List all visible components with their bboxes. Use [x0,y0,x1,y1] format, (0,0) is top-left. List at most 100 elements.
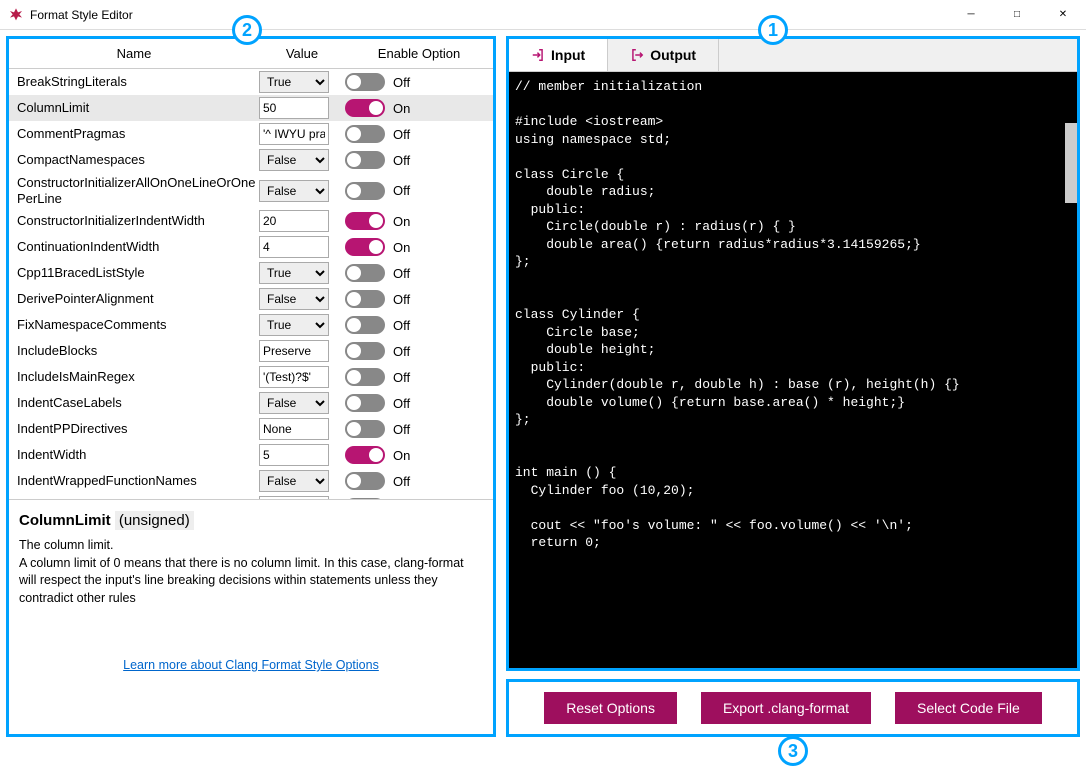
code-scrollbar[interactable] [1065,123,1077,203]
option-value-input[interactable] [259,366,329,388]
options-panel: Name Value Enable Option BreakStringLite… [6,36,496,737]
option-name: IndentWrappedFunctionNames [9,473,259,489]
option-name: ContinuationIndentWidth [9,239,259,255]
option-row[interactable]: FixNamespaceCommentsTrueOff [9,312,493,338]
tab-output[interactable]: Output [608,39,719,71]
learn-more-link[interactable]: Learn more about Clang Format Style Opti… [123,658,379,672]
option-value-input[interactable]: False [259,288,329,310]
option-value-input[interactable] [259,97,329,119]
option-row[interactable]: ColumnLimit On [9,95,493,121]
option-value-input[interactable]: False [259,149,329,171]
desc-line2: A column limit of 0 means that there is … [19,555,483,608]
option-toggle[interactable] [345,290,385,308]
option-name: ConstructorInitializerAllOnOneLineOrOneP… [9,175,259,206]
option-value-input[interactable]: False [259,470,329,492]
option-toggle-label: Off [393,183,410,198]
minimize-button[interactable]: ─ [948,0,994,30]
tabs: Input Output [509,39,1077,72]
option-value-input[interactable] [259,340,329,362]
option-toggle[interactable] [345,125,385,143]
window-title: Format Style Editor [30,8,948,22]
option-toggle-label: Off [393,318,410,333]
maximize-button[interactable]: □ [994,0,1040,30]
option-row[interactable]: IncludeBlocksOff [9,338,493,364]
option-name: IndentPPDirectives [9,421,259,437]
header-name: Name [9,46,259,61]
option-name: IncludeIsMainRegex [9,369,259,385]
option-toggle[interactable] [345,316,385,334]
select-code-file-button[interactable]: Select Code File [895,692,1042,724]
option-toggle[interactable] [345,151,385,169]
option-toggle[interactable] [345,472,385,490]
option-value-input[interactable]: False [259,392,329,414]
close-button[interactable]: ✕ [1040,0,1086,30]
reset-options-button[interactable]: Reset Options [544,692,677,724]
option-toggle-label: Off [393,292,410,307]
option-toggle-label: Off [393,344,410,359]
option-toggle-label: On [393,448,410,463]
action-buttons-panel: 3 Reset Options Export .clang-format Sel… [506,679,1080,737]
option-row[interactable]: IncludeIsMainRegex Off [9,364,493,390]
option-toggle[interactable] [345,394,385,412]
tab-input[interactable]: Input [509,39,608,71]
option-toggle[interactable] [345,238,385,256]
option-row[interactable]: ConstructorInitializerAllOnOneLineOrOneP… [9,173,493,208]
option-toggle[interactable] [345,99,385,117]
option-value-input[interactable] [259,210,329,232]
badge-3: 3 [778,736,808,766]
option-toggle-label: On [393,240,410,255]
option-toggle[interactable] [345,264,385,282]
option-name: ConstructorInitializerIndentWidth [9,213,259,229]
option-row[interactable]: IndentWidth On [9,442,493,468]
options-list[interactable]: BreakStringLiteralsTrueOffColumnLimitOnC… [9,69,493,499]
option-row[interactable]: Cpp11BracedListStyleTrueOff [9,260,493,286]
option-value-input[interactable] [259,418,329,440]
option-toggle-label: Off [393,370,410,385]
option-row[interactable]: BreakStringLiteralsTrueOff [9,69,493,95]
option-row[interactable]: DerivePointerAlignmentFalseOff [9,286,493,312]
option-name: IndentCaseLabels [9,395,259,411]
option-row[interactable]: CommentPragmasOff [9,121,493,147]
option-toggle-label: Off [393,396,410,411]
option-toggle[interactable] [345,212,385,230]
option-name: BreakStringLiterals [9,74,259,90]
option-value-input[interactable]: False [259,180,329,202]
option-value-input[interactable] [259,444,329,466]
option-toggle[interactable] [345,368,385,386]
option-toggle[interactable] [345,420,385,438]
option-toggle[interactable] [345,446,385,464]
option-value-input[interactable] [259,123,329,145]
option-value-input[interactable]: True [259,71,329,93]
option-toggle-label: Off [393,422,410,437]
option-name: CompactNamespaces [9,152,259,168]
export-clang-format-button[interactable]: Export .clang-format [701,692,871,724]
option-value-input[interactable]: True [259,262,329,284]
app-icon [8,7,24,23]
option-value-input[interactable] [259,236,329,258]
option-toggle[interactable] [345,73,385,91]
option-toggle-label: Off [393,474,410,489]
option-toggle-label: On [393,101,410,116]
option-value-input[interactable]: True [259,314,329,336]
option-row[interactable]: IndentCaseLabelsFalse Off [9,390,493,416]
option-name: Cpp11BracedListStyle [9,265,259,281]
option-row[interactable]: ContinuationIndentWidth On [9,234,493,260]
desc-line1: The column limit. [19,537,483,555]
option-toggle[interactable] [345,498,385,499]
description-box: ColumnLimit (unsigned) The column limit.… [9,499,493,734]
option-row[interactable]: ConstructorInitializerIndentWidthOn [9,208,493,234]
option-row[interactable]: IndentPPDirectives Off [9,416,493,442]
badge-2: 2 [232,15,262,45]
option-name: ColumnLimit [9,100,259,116]
option-toggle[interactable] [345,342,385,360]
option-row[interactable]: IndentWrappedFunctionNamesFalse Off [9,468,493,494]
option-row[interactable]: CompactNamespacesFalse Off [9,147,493,173]
option-toggle[interactable] [345,182,385,200]
code-editor[interactable]: // member initialization #include <iostr… [509,72,1077,668]
desc-type: (unsigned) [115,511,194,530]
option-toggle-label: Off [393,153,410,168]
preview-panel: Input Output // member initialization #i… [506,36,1080,671]
desc-name: ColumnLimit [19,512,111,529]
header-value: Value [259,46,345,61]
option-name: IndentWidth [9,447,259,463]
